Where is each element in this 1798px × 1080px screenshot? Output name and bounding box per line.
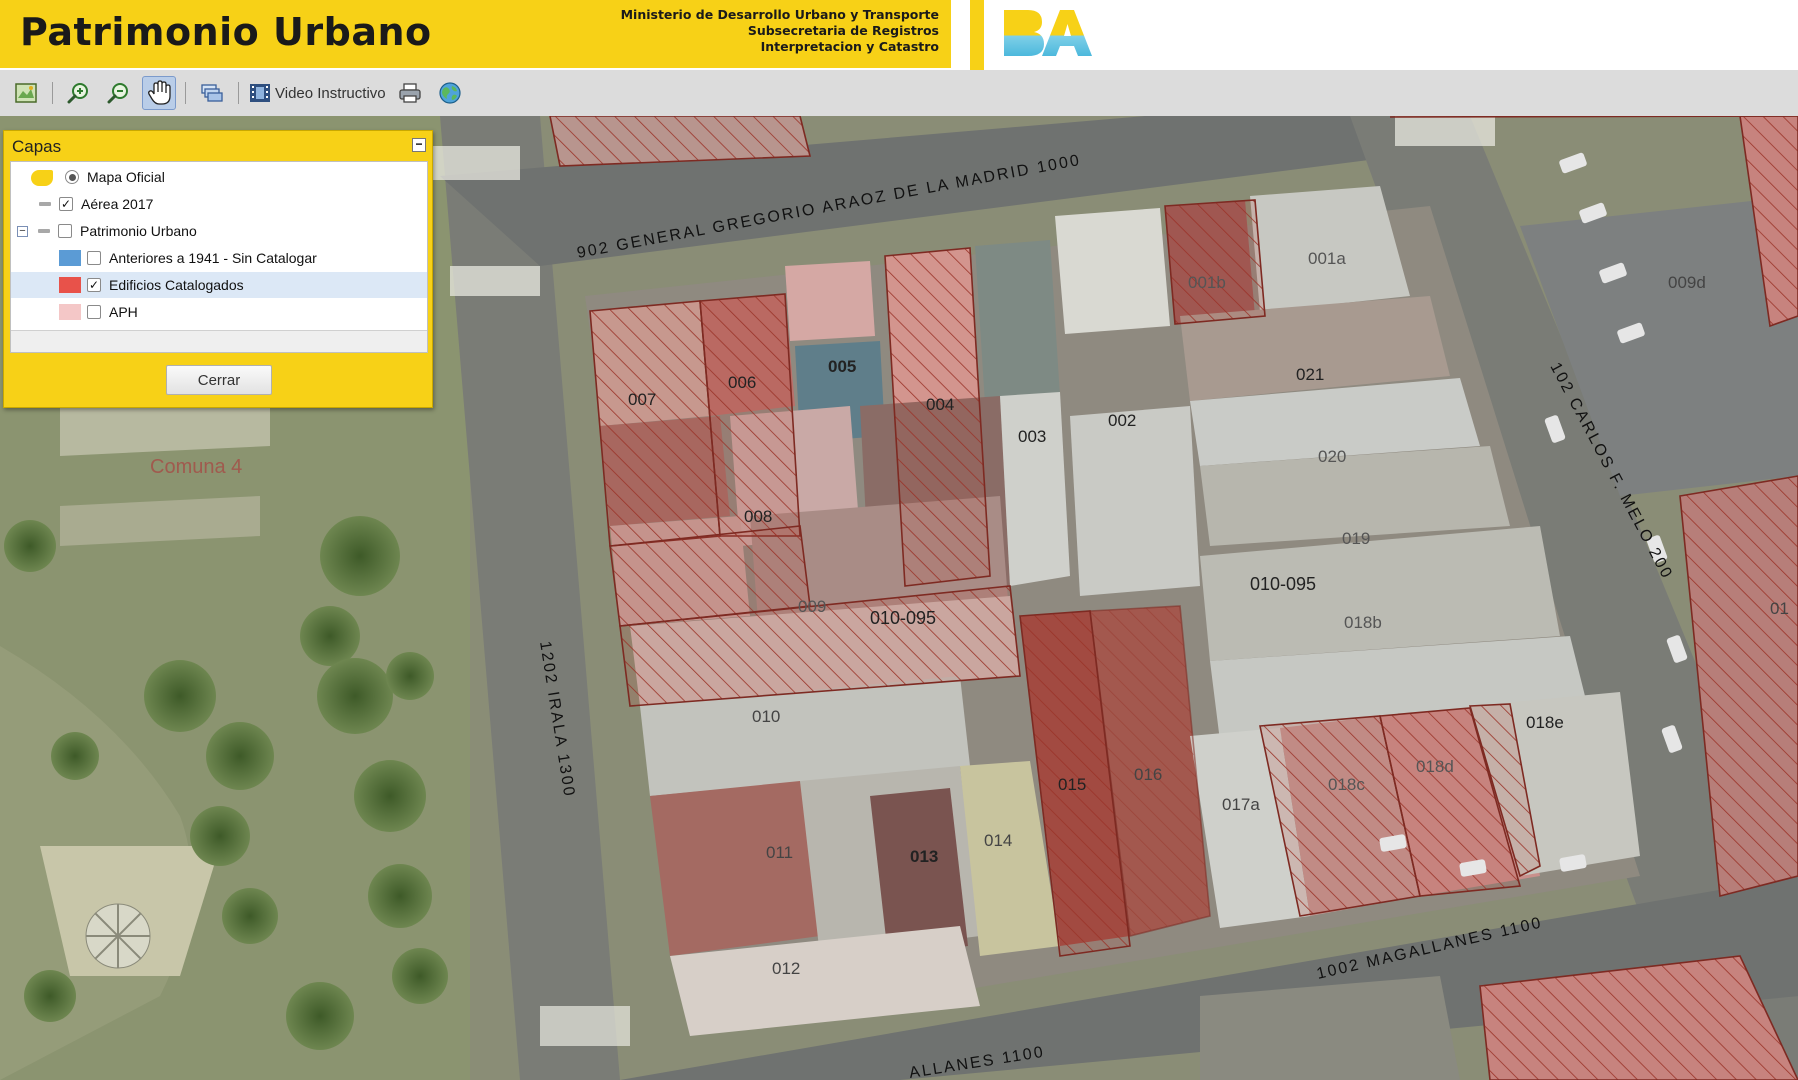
parcel-label: 008 (744, 507, 772, 526)
hand-icon (148, 80, 171, 105)
layer-label: Edificios Catalogados (109, 277, 244, 293)
toolbar-separator (185, 82, 186, 104)
basemap-icon (31, 170, 53, 186)
parcel-label: 018d (1416, 757, 1454, 776)
parcel-label: 002 (1108, 411, 1136, 430)
parcel-label: 020 (1318, 447, 1346, 466)
zoom-out-icon (107, 83, 128, 104)
aph-checkbox[interactable] (87, 305, 101, 319)
legend-swatch-pink (59, 304, 81, 320)
video-instructivo-button[interactable]: Video Instructivo (245, 76, 390, 110)
pan-button[interactable] (142, 76, 176, 110)
parcel-label: 004 (926, 395, 954, 414)
layer-line-icon (39, 202, 51, 206)
zoom-in-icon (67, 83, 88, 104)
layer-row-mapa-oficial[interactable]: Mapa Oficial (11, 164, 427, 190)
layer-label: Patrimonio Urbano (80, 223, 197, 239)
collapse-panel-button[interactable]: − (412, 138, 426, 152)
parcel-label: 018e (1526, 713, 1564, 732)
film-icon (250, 84, 270, 102)
full-extent-button[interactable] (9, 76, 43, 110)
anteriores-1941-checkbox[interactable] (87, 251, 101, 265)
ministry-credits: Ministerio de Desarrollo Urbano y Transp… (621, 7, 939, 55)
parcel-label: 013 (910, 847, 938, 866)
toolbar-separator (238, 82, 239, 104)
globe-icon (439, 82, 461, 104)
parcel-label: 010-095 (1250, 574, 1316, 594)
video-instructivo-label: Video Instructivo (275, 84, 386, 102)
layers-tree-footer (11, 330, 427, 352)
layers-panel: Capas − Mapa Oficial ✓ Aérea 2017 − Patr… (3, 130, 433, 408)
ministry-line-2: Subsecretaria de Registros (747, 23, 939, 38)
layers-panel-title: Capas (12, 137, 62, 156)
parcel-label: 021 (1296, 365, 1324, 384)
edificios-catalogados-checkbox[interactable]: ✓ (87, 278, 101, 292)
parcel-label: 01 (1770, 599, 1789, 618)
layers-tree: Mapa Oficial ✓ Aérea 2017 − Patrimonio U… (10, 161, 428, 353)
print-button[interactable] (393, 76, 427, 110)
layer-row-edificios-catalogados[interactable]: ✓ Edificios Catalogados (11, 272, 427, 298)
printer-icon (398, 83, 421, 103)
map-toolbar: Video Instructivo (0, 70, 1798, 116)
title-bar: Patrimonio Urbano Ministerio de Desarrol… (0, 0, 951, 68)
patrimonio-urbano-checkbox[interactable] (58, 224, 72, 238)
parcel-label: 011 (766, 843, 793, 862)
parcel-label: 016 (1134, 765, 1162, 784)
header-accent-strip (970, 0, 984, 70)
parcel-label: 007 (628, 390, 656, 409)
layers-panel-header: Capas − (4, 131, 432, 161)
parcel-label: 005 (828, 357, 856, 376)
parcel-label: 012 (772, 959, 800, 978)
parcel-label: 018b (1344, 613, 1382, 632)
toolbar-separator (52, 82, 53, 104)
parcel-label: 003 (1018, 427, 1046, 446)
parcel-label: 001a (1308, 249, 1346, 268)
mapa-oficial-radio[interactable] (65, 170, 79, 184)
layer-label: Mapa Oficial (87, 169, 165, 185)
layer-label: Anteriores a 1941 - Sin Catalogar (109, 250, 317, 266)
layer-line-icon (38, 229, 50, 233)
parcel-label: 006 (728, 373, 756, 392)
ministry-line-1: Ministerio de Desarrollo Urbano y Transp… (620, 7, 939, 22)
legend-swatch-red (59, 277, 81, 293)
layer-label: Aérea 2017 (81, 196, 154, 212)
parcel-label: 009d (1668, 273, 1706, 292)
parcel-label: 009 (798, 597, 826, 616)
parcel-label: 014 (984, 831, 1012, 850)
cerrar-button[interactable]: Cerrar (166, 365, 272, 395)
app-title: Patrimonio Urbano (20, 10, 432, 54)
app-header: Patrimonio Urbano Ministerio de Desarrol… (0, 0, 1798, 70)
legend-swatch-blue (59, 250, 81, 266)
parcel-label: 010 (752, 707, 780, 726)
layer-row-patrimonio-urbano[interactable]: − Patrimonio Urbano (11, 218, 427, 244)
layer-row-anteriores-1941[interactable]: Anteriores a 1941 - Sin Catalogar (11, 245, 427, 271)
layer-row-aerea-2017[interactable]: ✓ Aérea 2017 (11, 191, 427, 217)
zoom-in-button[interactable] (62, 76, 96, 110)
ministry-line-3: Interpretacion y Catastro (760, 39, 939, 54)
collapse-group-toggle[interactable]: − (17, 225, 28, 237)
layer-label: APH (109, 304, 138, 320)
aerea-2017-checkbox[interactable]: ✓ (59, 197, 73, 211)
parcel-label: 019 (1342, 529, 1370, 548)
parcel-label: 010-095 (870, 608, 936, 628)
ba-logo (1004, 10, 1092, 56)
parcel-label: 015 (1058, 775, 1086, 794)
layers-icon (201, 84, 223, 102)
layers-button[interactable] (195, 76, 229, 110)
map-extent-icon (15, 83, 37, 103)
parcel-label: 001b (1188, 273, 1226, 292)
parcel-label: 018c (1328, 775, 1365, 794)
globe-button[interactable] (433, 76, 467, 110)
zoom-out-button[interactable] (102, 76, 136, 110)
district-label: Comuna 4 (150, 456, 242, 478)
parcel-label: 017a (1222, 795, 1260, 814)
layer-row-aph[interactable]: APH (11, 299, 427, 325)
